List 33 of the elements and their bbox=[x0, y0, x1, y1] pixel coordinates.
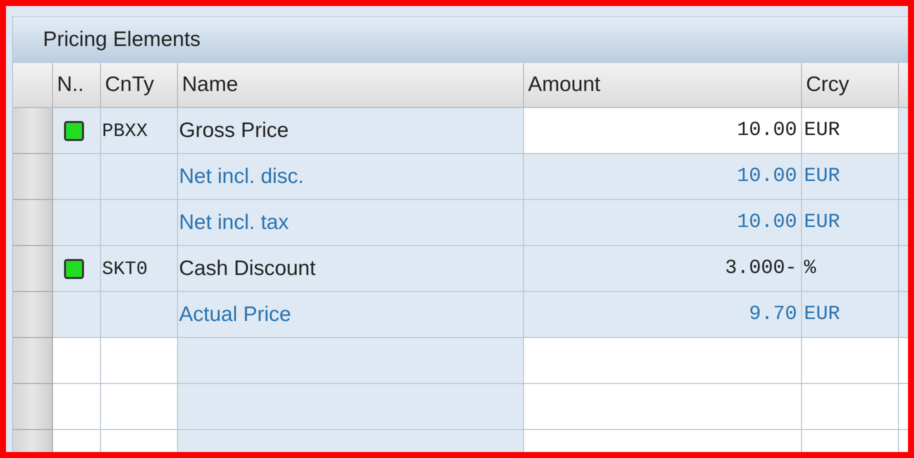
column-header[interactable]: Name bbox=[178, 63, 524, 108]
column-header[interactable]: Crcy bbox=[802, 63, 899, 108]
table-cell: % bbox=[802, 246, 899, 292]
panel-title: Pricing Elements bbox=[43, 28, 201, 52]
table-cell: 10.00 bbox=[524, 154, 802, 200]
row-selector[interactable] bbox=[13, 246, 53, 292]
amount-field[interactable]: 10.00 bbox=[524, 108, 802, 154]
table-cell: PBXX bbox=[101, 108, 178, 154]
column-header[interactable]: Amount bbox=[524, 63, 802, 108]
row-selector[interactable] bbox=[13, 200, 53, 246]
table-cell: EUR bbox=[802, 108, 899, 154]
table-cell: 9.70 bbox=[524, 292, 802, 338]
table-cell: EUR bbox=[802, 200, 899, 246]
table-cell: Net incl. disc. bbox=[178, 154, 524, 200]
table-cell: 10.00 bbox=[524, 200, 802, 246]
row-selector[interactable] bbox=[13, 292, 53, 338]
table-cell bbox=[53, 384, 101, 430]
table-cell: EUR bbox=[802, 154, 899, 200]
table-cell: Net incl. tax bbox=[178, 200, 524, 246]
header-cell bbox=[13, 63, 53, 108]
row-selector[interactable] bbox=[13, 154, 53, 200]
row-selector[interactable] bbox=[13, 108, 53, 154]
column-header[interactable]: N.. bbox=[53, 63, 101, 108]
table-cell bbox=[53, 338, 101, 384]
table-cell: SKT0 bbox=[101, 246, 178, 292]
column-header[interactable]: CnTy bbox=[101, 63, 178, 108]
table-cell: EUR bbox=[802, 292, 899, 338]
table-cell: Gross Price bbox=[178, 108, 524, 154]
row-selector[interactable] bbox=[13, 338, 53, 384]
row-selector[interactable] bbox=[13, 384, 53, 430]
table-cell: Cash Discount bbox=[178, 246, 524, 292]
table-cell: Actual Price bbox=[178, 292, 524, 338]
table-cell: 3.000- bbox=[524, 246, 802, 292]
